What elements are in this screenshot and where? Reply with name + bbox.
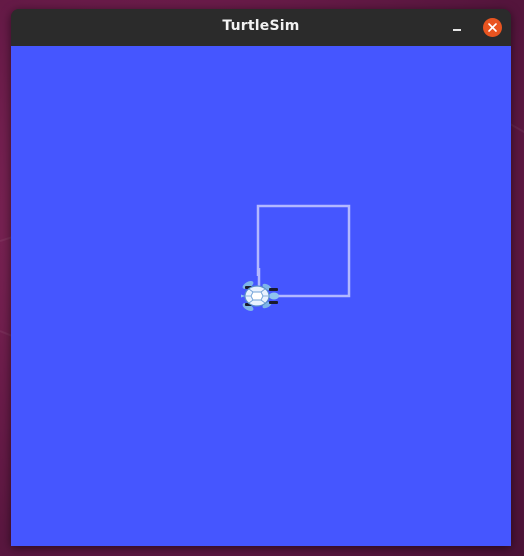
window-title: TurtleSim bbox=[222, 18, 300, 34]
close-button[interactable] bbox=[483, 18, 502, 37]
close-icon bbox=[488, 23, 497, 32]
title-bar[interactable]: TurtleSim bbox=[11, 9, 511, 47]
turtle-canvas[interactable] bbox=[11, 46, 511, 546]
pen-trail bbox=[256, 204, 351, 298]
drawing-surface bbox=[241, 204, 351, 311]
minimize-button[interactable] bbox=[447, 18, 467, 38]
minimize-icon bbox=[453, 29, 461, 31]
turtlesim-window: TurtleSim bbox=[11, 9, 511, 546]
